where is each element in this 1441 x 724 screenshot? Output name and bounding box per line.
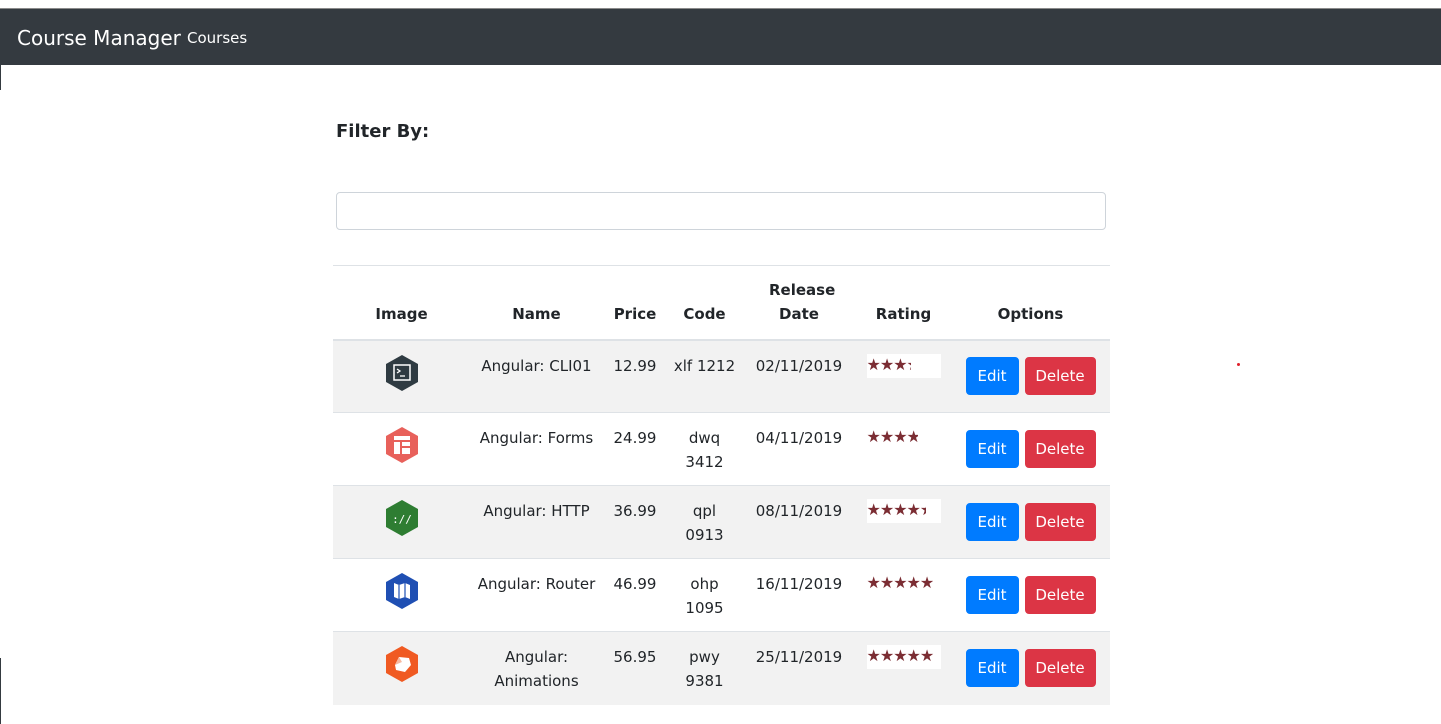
- name-cell: Angular: Forms: [470, 412, 603, 486]
- release-date-cell: 08/11/2019: [742, 485, 856, 559]
- header-image: Image: [333, 265, 470, 341]
- star-rating-fill: ★★★★★: [866, 646, 935, 665]
- options-cell: Edit Delete: [951, 631, 1110, 705]
- navbar: Course Manager Courses: [0, 9, 1441, 65]
- name-cell: Angular: HTTP: [470, 485, 603, 559]
- code-cell: ohp 1095: [667, 558, 742, 632]
- table-row: :// Angular: HTTP 36.99 qpl 0913 08/11/2…: [333, 485, 1110, 559]
- angular-http-icon: ://: [385, 500, 418, 536]
- image-cell: [333, 631, 470, 705]
- edit-button[interactable]: Edit: [965, 357, 1019, 396]
- window-top-strip: [0, 0, 1441, 9]
- price-cell: 56.95: [603, 631, 667, 705]
- delete-button[interactable]: Delete: [1024, 503, 1096, 541]
- image-cell: [333, 339, 470, 413]
- header-options: Options: [951, 265, 1110, 341]
- delete-button[interactable]: Delete: [1024, 430, 1096, 468]
- table-row: Angular: Animations 56.95 pwy 9381 25/11…: [333, 631, 1110, 705]
- image-cell: [333, 558, 470, 632]
- star-rating: ★★★★★: [866, 645, 941, 669]
- header-price: Price: [603, 265, 667, 341]
- edit-button[interactable]: Edit: [965, 649, 1019, 688]
- star-rating: ★★★★★: [866, 353, 941, 378]
- image-cell: [333, 412, 470, 486]
- angular-cli-icon: [385, 354, 418, 391]
- price-cell: 36.99: [603, 485, 667, 559]
- release-date-cell: 02/11/2019: [742, 339, 856, 413]
- edit-button[interactable]: Edit: [965, 503, 1019, 541]
- star-rating: ★★★★★: [866, 572, 941, 596]
- star-rating-fill: ★★★★★: [866, 427, 919, 446]
- delete-button[interactable]: Delete: [1024, 649, 1096, 688]
- options-cell: Edit Delete: [951, 339, 1110, 413]
- header-release-date: Release Date: [742, 265, 856, 341]
- svg-text:://: ://: [392, 513, 412, 526]
- options-cell: Edit Delete: [951, 412, 1110, 486]
- brand-link[interactable]: Course Manager: [17, 25, 181, 51]
- rating-cell: ★★★★★: [856, 485, 951, 559]
- header-release-date-label: Release Date: [769, 280, 836, 323]
- options-cell: Edit Delete: [951, 485, 1110, 559]
- filter-input[interactable]: [336, 192, 1106, 230]
- left-edge-bar: [0, 65, 1, 90]
- code-cell: xlf 1212: [667, 339, 742, 413]
- angular-router-icon: [385, 573, 418, 609]
- nav-link-courses[interactable]: Courses: [187, 28, 247, 48]
- table-row: Angular: Forms 24.99 dwq 3412 04/11/2019…: [333, 412, 1110, 486]
- name-cell: Angular: Router: [470, 558, 603, 632]
- rating-cell: ★★★★★: [856, 558, 951, 632]
- release-date-cell: 04/11/2019: [742, 412, 856, 486]
- star-rating-fill: ★★★★★: [866, 500, 926, 519]
- release-date-cell: 25/11/2019: [742, 631, 856, 705]
- name-cell: Angular: Animations: [470, 631, 603, 705]
- options-cell: Edit Delete: [951, 558, 1110, 632]
- image-cell: ://: [333, 485, 470, 559]
- rating-cell: ★★★★★: [856, 631, 951, 705]
- code-cell: dwq 3412: [667, 412, 742, 486]
- star-rating: ★★★★★: [866, 499, 941, 523]
- angular-animations-icon: [385, 646, 418, 682]
- name-cell: Angular: CLI01: [470, 339, 603, 413]
- star-rating-fill: ★★★★★: [866, 354, 911, 374]
- edit-button[interactable]: Edit: [965, 430, 1019, 468]
- edit-button[interactable]: Edit: [965, 576, 1019, 614]
- star-rating: ★★★★★: [866, 426, 941, 450]
- delete-button[interactable]: Delete: [1024, 576, 1096, 614]
- header-name: Name: [470, 265, 603, 341]
- courses-table: Image Name Price Code Release Date Ratin…: [333, 265, 1110, 705]
- price-cell: 12.99: [603, 339, 667, 413]
- release-date-cell: 16/11/2019: [742, 558, 856, 632]
- red-dot-marker: [1237, 363, 1240, 366]
- table-row: Angular: Router 46.99 ohp 1095 16/11/201…: [333, 558, 1110, 632]
- price-cell: 46.99: [603, 558, 667, 632]
- star-rating-fill: ★★★★★: [866, 573, 934, 592]
- price-cell: 24.99: [603, 412, 667, 486]
- header-rating: Rating: [856, 265, 951, 341]
- code-cell: pwy 9381: [667, 631, 742, 705]
- filter-title: Filter By:: [336, 121, 430, 142]
- left-edge-bar-bottom: [0, 658, 1, 724]
- header-code: Code: [667, 265, 742, 341]
- rating-cell: ★★★★★: [856, 412, 951, 486]
- angular-forms-icon: [385, 427, 418, 463]
- delete-button[interactable]: Delete: [1024, 357, 1096, 396]
- table-row: Angular: CLI01 12.99 xlf 1212 02/11/2019…: [333, 339, 1110, 413]
- rating-cell: ★★★★★: [856, 339, 951, 413]
- table-header-row: Image Name Price Code Release Date Ratin…: [333, 265, 1110, 341]
- code-cell: qpl 0913: [667, 485, 742, 559]
